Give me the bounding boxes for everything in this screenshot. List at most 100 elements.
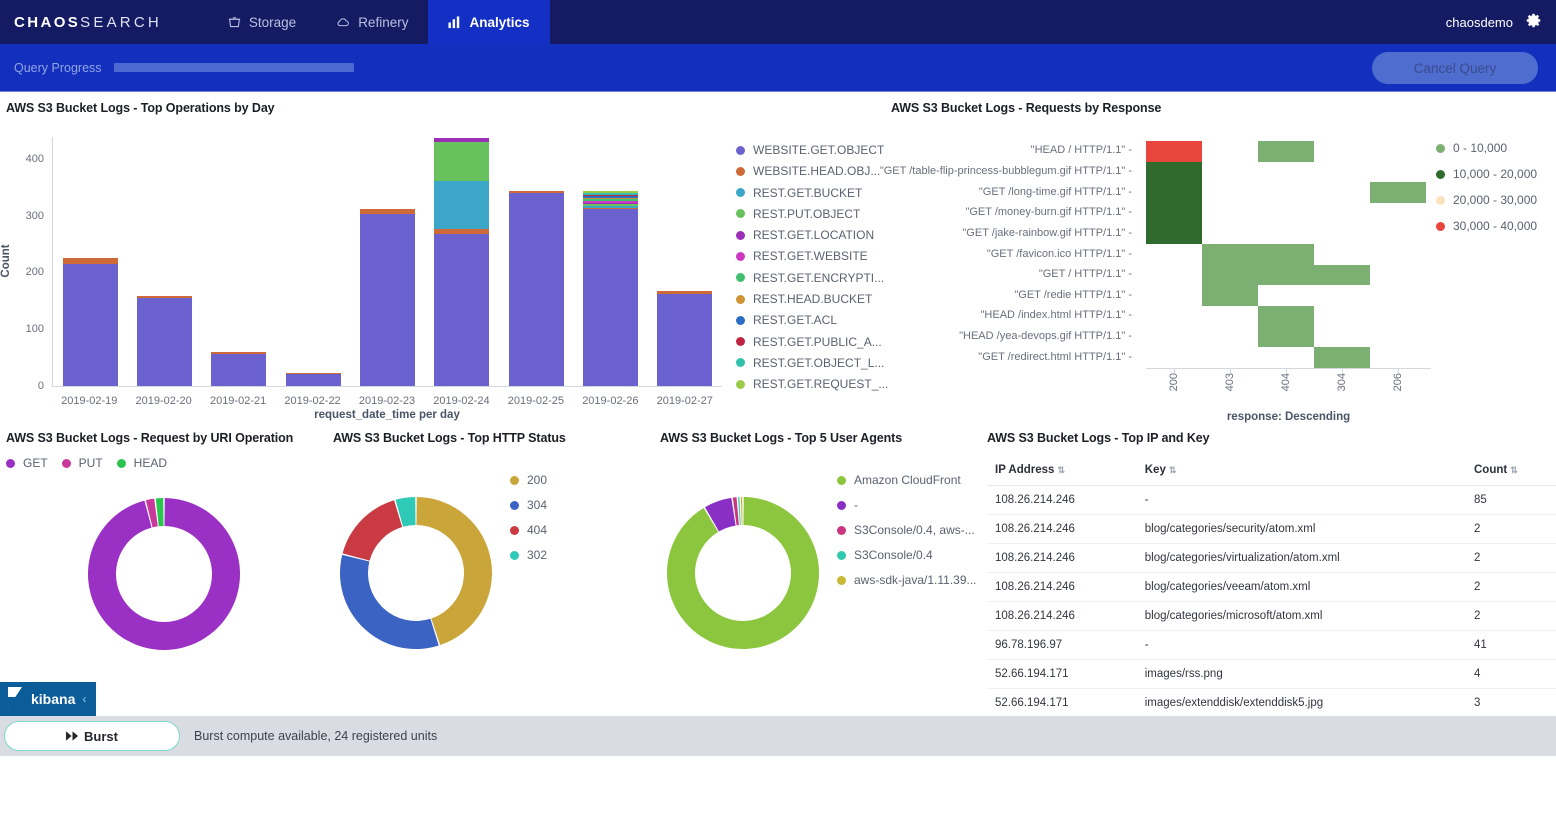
legend-item[interactable]: REST.GET.PUBLIC_A... xyxy=(736,335,888,349)
stacked-bar[interactable] xyxy=(136,296,192,386)
heatmap-cell[interactable] xyxy=(1258,264,1314,286)
legend-item[interactable]: 200 xyxy=(510,473,547,487)
cell-ip-address: 52.66.194.171 xyxy=(987,688,1137,718)
nav-item-analytics[interactable]: Analytics xyxy=(428,0,550,44)
cell-key: blog/categories/veeam/atom.xml xyxy=(1136,572,1466,602)
legend-item[interactable]: aws-sdk-java/1.11.39... xyxy=(837,573,977,587)
table-column-header[interactable]: Count ⇅ xyxy=(1466,459,1556,486)
donut-slice[interactable] xyxy=(342,500,403,561)
legend-item[interactable]: REST.GET.REQUEST_... xyxy=(736,377,888,391)
http-status-donut[interactable] xyxy=(340,497,492,649)
table-column-header[interactable]: IP Address ⇅ xyxy=(987,459,1137,486)
bar-segment xyxy=(657,293,713,386)
chaossearch-logo[interactable]: CHAOS SEARCH xyxy=(0,0,176,44)
heatmap-cell[interactable] xyxy=(1370,182,1426,203)
sort-arrows-icon[interactable]: ⇅ xyxy=(1057,465,1065,475)
donut-slice[interactable] xyxy=(340,554,439,649)
legend-item[interactable]: WEBSITE.HEAD.OBJ... xyxy=(736,164,888,178)
legend-item[interactable]: 0 - 10,000 xyxy=(1436,141,1537,155)
legend-item[interactable]: 20,000 - 30,000 xyxy=(1436,193,1537,207)
legend-item-label: 10,000 - 20,000 xyxy=(1453,167,1538,181)
bar-y-tick: 400 xyxy=(25,152,44,165)
legend-item[interactable]: REST.GET.ACL xyxy=(736,313,888,327)
heatmap-cell[interactable] xyxy=(1258,306,1314,327)
heatmap-cell[interactable] xyxy=(1146,161,1202,183)
stacked-bar[interactable] xyxy=(211,352,267,386)
cell-key: images/rss.png xyxy=(1136,659,1466,689)
heatmap-cell[interactable] xyxy=(1314,264,1370,286)
stacked-bar[interactable] xyxy=(582,191,638,386)
table-row[interactable]: 52.66.194.171 images/extenddisk/extenddis… xyxy=(987,688,1556,718)
kibana-tab[interactable]: kibana ‹ xyxy=(0,682,96,716)
legend-item[interactable]: REST.GET.WEBSITE xyxy=(736,249,888,263)
legend-item-label: REST.GET.WEBSITE xyxy=(753,249,868,264)
legend-item[interactable]: WEBSITE.GET.OBJECT xyxy=(736,143,888,157)
heatmap-cell[interactable] xyxy=(1258,326,1314,348)
heatmap-cell[interactable] xyxy=(1146,141,1202,162)
legend-item[interactable]: REST.GET.LOCATION xyxy=(736,228,888,242)
bar-slot xyxy=(499,137,573,386)
legend-item[interactable]: 302 xyxy=(510,548,547,562)
sort-arrows-icon[interactable]: ⇅ xyxy=(1510,465,1518,475)
nav-item-storage[interactable]: Storage xyxy=(208,0,316,44)
legend-item[interactable]: REST.GET.BUCKET xyxy=(736,186,888,200)
cell-key: blog/categories/security/atom.xml xyxy=(1136,514,1466,544)
heatmap-cell[interactable] xyxy=(1258,244,1314,265)
legend-item[interactable]: GET xyxy=(6,456,48,470)
uri-operation-donut[interactable] xyxy=(88,498,240,650)
legend-item[interactable]: REST.GET.OBJECT_L... xyxy=(736,356,888,370)
legend-item[interactable]: - xyxy=(837,498,977,512)
legend-item[interactable]: S3Console/0.4 xyxy=(837,548,977,562)
heatmap-cell[interactable] xyxy=(1146,202,1202,224)
stacked-bar[interactable] xyxy=(657,291,713,386)
nav-item-refinery[interactable]: Refinery xyxy=(316,0,428,44)
chevron-left-icon[interactable]: ‹ xyxy=(82,692,86,706)
gear-icon[interactable] xyxy=(1525,12,1542,32)
user-agents-donut[interactable] xyxy=(667,497,819,649)
legend-item[interactable]: REST.PUT.OBJECT xyxy=(736,207,888,221)
legend-item[interactable]: 304 xyxy=(510,498,547,512)
donut-slice[interactable] xyxy=(88,498,240,650)
table-row[interactable]: 108.26.214.246-85 xyxy=(987,485,1556,515)
user-name[interactable]: chaosdemo xyxy=(1446,15,1513,30)
legend-item[interactable]: S3Console/0.4, aws-... xyxy=(837,523,977,537)
heatmap-cell[interactable] xyxy=(1202,244,1258,265)
table-row[interactable]: 108.26.214.246 blog/categories/veeam/atom… xyxy=(987,572,1556,602)
heatmap-cell[interactable] xyxy=(1258,141,1314,162)
bar-segment xyxy=(508,193,564,386)
heatmap-cell[interactable] xyxy=(1202,264,1258,286)
stacked-bar[interactable] xyxy=(508,191,564,386)
legend-item[interactable]: 404 xyxy=(510,523,547,537)
bar-slot xyxy=(202,137,276,386)
heatmap-cell[interactable] xyxy=(1146,223,1202,245)
legend-item[interactable]: 10,000 - 20,000 xyxy=(1436,167,1537,181)
bar-x-tick: 2019-02-26 xyxy=(582,395,639,407)
legend-item[interactable]: REST.GET.ENCRYPTI... xyxy=(736,271,888,285)
legend-item-label: S3Console/0.4 xyxy=(854,548,933,562)
heatmap-cell[interactable] xyxy=(1314,347,1370,368)
legend-item[interactable]: PUT xyxy=(61,456,103,470)
legend-item[interactable]: Amazon CloudFront xyxy=(837,473,977,487)
burst-button[interactable]: Burst xyxy=(4,721,180,751)
stacked-bar[interactable] xyxy=(359,208,415,386)
stacked-bar[interactable] xyxy=(62,258,118,386)
stacked-bar[interactable] xyxy=(285,372,341,386)
donut-slice[interactable] xyxy=(740,497,743,526)
legend-item[interactable]: REST.HEAD.BUCKET xyxy=(736,292,888,306)
stacked-bar[interactable] xyxy=(434,138,490,386)
table-row[interactable]: 108.26.214.246 blog/categories/virtualiza… xyxy=(987,543,1556,573)
table-row[interactable]: 96.78.196.97-41 xyxy=(987,630,1556,660)
legend-item[interactable]: HEAD xyxy=(116,456,167,470)
table-row[interactable]: 108.26.214.246 blog/categories/security/a… xyxy=(987,514,1556,544)
donut-slice[interactable] xyxy=(667,497,819,649)
heatmap-cell[interactable] xyxy=(1146,182,1202,203)
sort-arrows-icon[interactable]: ⇅ xyxy=(1169,465,1177,475)
logo-bold-text: CHAOS xyxy=(14,13,81,31)
cancel-query-button[interactable]: Cancel Query xyxy=(1372,52,1538,84)
table-row[interactable]: 108.26.214.246 blog/categories/microsoft/… xyxy=(987,601,1556,631)
legend-item-label: REST.PUT.OBJECT xyxy=(753,206,861,221)
table-column-header[interactable]: Key ⇅ xyxy=(1136,459,1466,486)
heatmap-cell[interactable] xyxy=(1202,285,1258,307)
legend-item[interactable]: 30,000 - 40,000 xyxy=(1436,219,1537,233)
table-row[interactable]: 52.66.194.171 images/rss.png 4 xyxy=(987,659,1556,689)
